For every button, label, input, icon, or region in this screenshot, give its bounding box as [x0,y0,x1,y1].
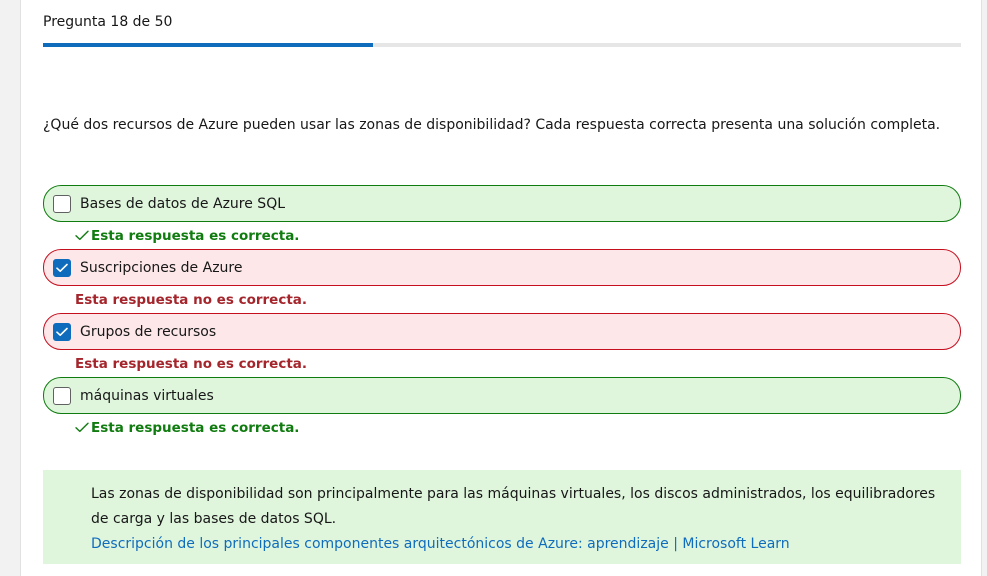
progress-bar [43,43,961,47]
answer-feedback-text: Esta respuesta es correcta. [91,419,300,436]
explanation-text: Las zonas de disponibilidad son principa… [91,486,936,527]
answer-option-1[interactable]: Bases de datos de Azure SQL [43,185,961,222]
answer-feedback-text: Esta respuesta es correcta. [91,227,300,244]
question-text: ¿Qué dos recursos de Azure pueden usar l… [43,117,941,133]
checkbox[interactable] [53,258,71,277]
answer-option-label: Grupos de recursos [80,323,217,340]
checkmark-icon [75,230,89,241]
answer-feedback: Esta respuesta es correcta. [43,222,961,249]
answer-feedback-text: Esta respuesta no es correcta. [75,291,308,308]
answer-feedback: Esta respuesta no es correcta. [43,350,961,377]
answer-feedback: Esta respuesta no es correcta. [43,286,961,313]
quiz-panel: Pregunta 18 de 50 ¿Qué dos recursos de A… [20,0,982,576]
answer-feedback: Esta respuesta es correcta. [43,414,961,441]
answer-option-2[interactable]: Suscripciones de Azure [43,249,961,286]
answer-option-label: máquinas virtuales [80,387,214,404]
checkmark-icon [75,422,89,433]
explanation-box: Las zonas de disponibilidad son principa… [43,470,961,564]
checkbox[interactable] [53,194,71,213]
answer-option-label: Suscripciones de Azure [80,259,243,276]
answer-options: Bases de datos de Azure SQL Esta respues… [43,185,961,441]
checkbox[interactable] [53,386,71,405]
progress-bar-fill [43,43,374,47]
answer-feedback-text: Esta respuesta no es correcta. [75,355,308,372]
question-counter: Pregunta 18 de 50 [43,14,173,30]
checkbox[interactable] [53,322,71,341]
answer-option-3[interactable]: Grupos de recursos [43,313,961,350]
answer-option-4[interactable]: máquinas virtuales [43,377,961,414]
learn-more-link[interactable]: Descripción de los principales component… [91,532,941,557]
answer-option-label: Bases de datos de Azure SQL [80,195,286,212]
